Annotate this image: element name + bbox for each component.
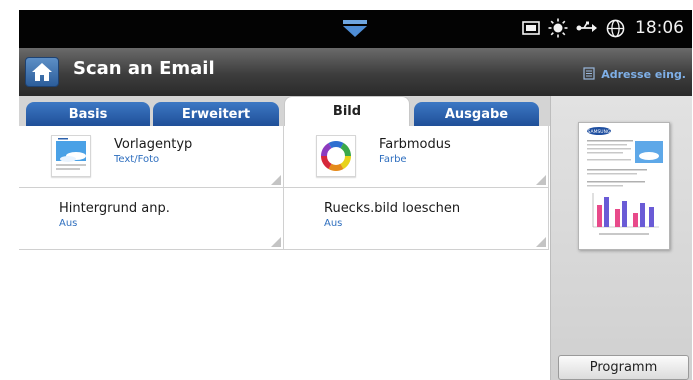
option-backside-erase[interactable]: Ruecks.bild loeschen Aus	[284, 188, 549, 250]
original-type-icon	[51, 135, 91, 177]
option-name: Farbmodus	[379, 137, 451, 152]
usb-icon	[576, 20, 598, 36]
option-value: Aus	[324, 218, 343, 229]
program-button-label: Programm	[589, 360, 658, 375]
options-panel: Basis Erweitert Bild Ausgabe Vorlagentyp…	[19, 96, 550, 380]
status-clock: 18:06	[635, 18, 684, 38]
option-value: Farbe	[379, 154, 407, 165]
tab-basis[interactable]: Basis	[26, 102, 150, 126]
program-button[interactable]: Programm	[558, 355, 689, 380]
device-screen: 18:06 Scan an Email Adresse eing. Basis …	[19, 10, 692, 380]
corner-indicator	[536, 237, 546, 247]
preview-brand: SAMSUNG	[588, 129, 611, 135]
network-globe-icon	[606, 19, 625, 38]
tab-bar: Basis Erweitert Bild Ausgabe	[19, 96, 550, 126]
tab-bild[interactable]: Bild	[284, 96, 410, 126]
tab-ausgabe[interactable]: Ausgabe	[414, 102, 539, 126]
notification-pull-icon[interactable]	[342, 20, 368, 42]
option-name: Hintergrund anp.	[59, 201, 170, 216]
page-title: Scan an Email	[73, 58, 215, 79]
title-bar: Scan an Email Adresse eing.	[19, 48, 692, 96]
option-name: Vorlagentyp	[114, 137, 193, 152]
tab-erweitert[interactable]: Erweitert	[153, 102, 279, 126]
brightness-icon	[548, 18, 568, 38]
home-icon	[32, 63, 52, 81]
corner-indicator	[536, 175, 546, 185]
tab-label: Erweitert	[181, 106, 251, 122]
address-book-button[interactable]: Adresse eing.	[583, 65, 686, 84]
corner-indicator	[271, 175, 281, 185]
option-original-type[interactable]: Vorlagentyp Text/Foto	[19, 126, 284, 188]
option-value: Text/Foto	[114, 154, 160, 165]
tab-label: Ausgabe	[444, 106, 509, 122]
document-preview-icon: SAMSUNG	[578, 122, 670, 250]
home-button[interactable]	[25, 57, 59, 87]
tab-label: Bild	[332, 104, 362, 119]
tray-icon	[522, 21, 540, 35]
main-content: Basis Erweitert Bild Ausgabe Vorlagentyp…	[19, 96, 692, 380]
status-bar: 18:06	[19, 10, 692, 48]
option-name: Ruecks.bild loeschen	[324, 201, 461, 216]
address-book-label: Adresse eing.	[601, 68, 686, 81]
option-background-adjust[interactable]: Hintergrund anp. Aus	[19, 188, 284, 250]
option-value: Aus	[59, 218, 78, 229]
address-book-icon	[583, 65, 595, 84]
color-mode-icon	[316, 135, 356, 177]
option-color-mode[interactable]: Farbmodus Farbe	[284, 126, 549, 188]
preview-panel: SAMSUNG Programm	[550, 96, 692, 380]
corner-indicator	[271, 237, 281, 247]
tab-label: Basis	[68, 106, 108, 122]
